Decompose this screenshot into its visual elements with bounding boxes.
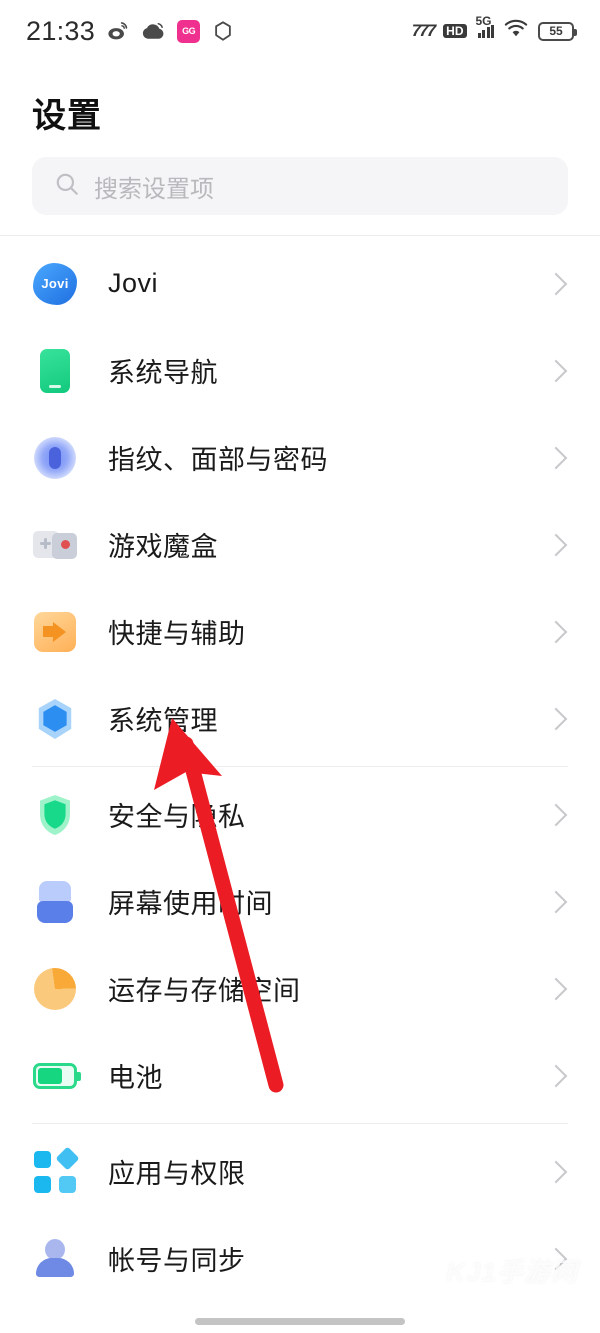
settings-row-shortcuts-accessibility[interactable]: 快捷与辅助: [0, 588, 600, 675]
status-bar-right: 777 HD 5G 55: [411, 14, 577, 44]
settings-row-label: 指纹、面部与密码: [108, 445, 328, 475]
settings-row-label: 快捷与辅助: [108, 619, 246, 649]
signal-bars-icon: 5G: [476, 14, 494, 38]
settings-row-label: 系统导航: [108, 358, 218, 388]
page-title: 设置: [32, 97, 102, 135]
settings-row-label: 应用与权限: [108, 1159, 246, 1189]
apps-permissions-icon: [32, 1145, 80, 1195]
chevron-right-icon: [544, 890, 568, 913]
security-privacy-icon: [32, 792, 78, 838]
system-navigation-icon: [32, 348, 78, 394]
settings-row-game-box[interactable]: 游戏魔盒: [0, 501, 600, 588]
chevron-right-icon: [544, 1064, 568, 1087]
chevron-right-icon: [544, 533, 568, 556]
battery-status-icon: 55: [538, 21, 577, 41]
settings-row-security-privacy[interactable]: 安全与隐私: [0, 771, 600, 858]
pink-app-label: GG: [182, 26, 196, 36]
chevron-right-icon: [544, 446, 568, 469]
search-placeholder: 搜索设置项: [94, 175, 214, 203]
settings-row-label: 屏幕使用时间: [108, 889, 273, 919]
search-icon: [54, 171, 80, 202]
game-box-icon: [32, 522, 78, 568]
chevron-right-icon: [544, 977, 568, 1000]
ram-storage-icon: [32, 966, 78, 1012]
watermark: KJ1手游网: [446, 1257, 578, 1287]
settings-row-battery[interactable]: 电池: [0, 1032, 600, 1119]
search-input[interactable]: 搜索设置项: [32, 157, 568, 215]
network-speed-icon: 777: [411, 21, 436, 40]
battery-icon: [32, 1053, 81, 1099]
battery-level-label: 55: [549, 24, 563, 38]
hexagon-icon: [212, 20, 234, 42]
chevron-right-icon: [544, 620, 568, 643]
chevron-right-icon: [544, 803, 568, 826]
status-bar: 21:33 GG 777 HD 5G 55: [0, 0, 600, 62]
system-management-icon: [32, 696, 78, 742]
status-bar-clock: 21:33: [26, 15, 96, 46]
settings-row-label: 运存与存储空间: [108, 976, 301, 1006]
network-type-label: 5G: [475, 13, 492, 28]
settings-row-apps-permissions[interactable]: 应用与权限: [0, 1128, 600, 1215]
settings-row-jovi[interactable]: Jovi Jovi: [0, 240, 600, 327]
settings-row-system-navigation[interactable]: 系统导航: [0, 327, 600, 414]
screen-time-icon: [32, 879, 78, 925]
status-bar-left: 21:33 GG: [26, 16, 234, 47]
settings-screen: 21:33 GG 777 HD 5G 55 设置 搜索设置项 Jovi Jovi…: [0, 0, 600, 1333]
settings-row-ram-storage[interactable]: 运存与存储空间: [0, 945, 600, 1032]
chevron-right-icon: [544, 359, 568, 382]
settings-row-label: Jovi: [108, 268, 159, 298]
settings-row-label: 系统管理: [108, 706, 218, 736]
settings-row-label: 游戏魔盒: [108, 532, 218, 562]
settings-row-screen-time[interactable]: 屏幕使用时间: [0, 858, 600, 945]
settings-row-label: 安全与隐私: [108, 802, 246, 832]
settings-row-system-management[interactable]: 系统管理: [0, 675, 600, 762]
settings-row-fingerprint-face-password[interactable]: 指纹、面部与密码: [0, 414, 600, 501]
jovi-icon: Jovi: [32, 261, 78, 307]
hd-icon: HD: [443, 24, 467, 38]
settings-group-1: Jovi Jovi 系统导航 指纹、面部与密码 游戏魔盒 快捷与辅助 系统管理: [0, 236, 600, 766]
settings-row-label: 电池: [108, 1063, 163, 1093]
chevron-right-icon: [544, 1160, 568, 1183]
chevron-right-icon: [544, 707, 568, 730]
pink-app-icon: GG: [177, 19, 201, 43]
home-indicator: [195, 1318, 405, 1325]
settings-group-2: 安全与隐私 屏幕使用时间 运存与存储空间 电池: [0, 767, 600, 1123]
weibo-icon: [107, 20, 129, 42]
search-container: 搜索设置项: [0, 151, 600, 235]
account-sync-icon: [32, 1236, 78, 1282]
cloud-icon: [141, 20, 165, 42]
fingerprint-face-password-icon: [32, 435, 78, 481]
shortcuts-accessibility-icon: [32, 609, 78, 655]
wifi-icon: [503, 19, 529, 44]
chevron-right-icon: [544, 272, 568, 295]
